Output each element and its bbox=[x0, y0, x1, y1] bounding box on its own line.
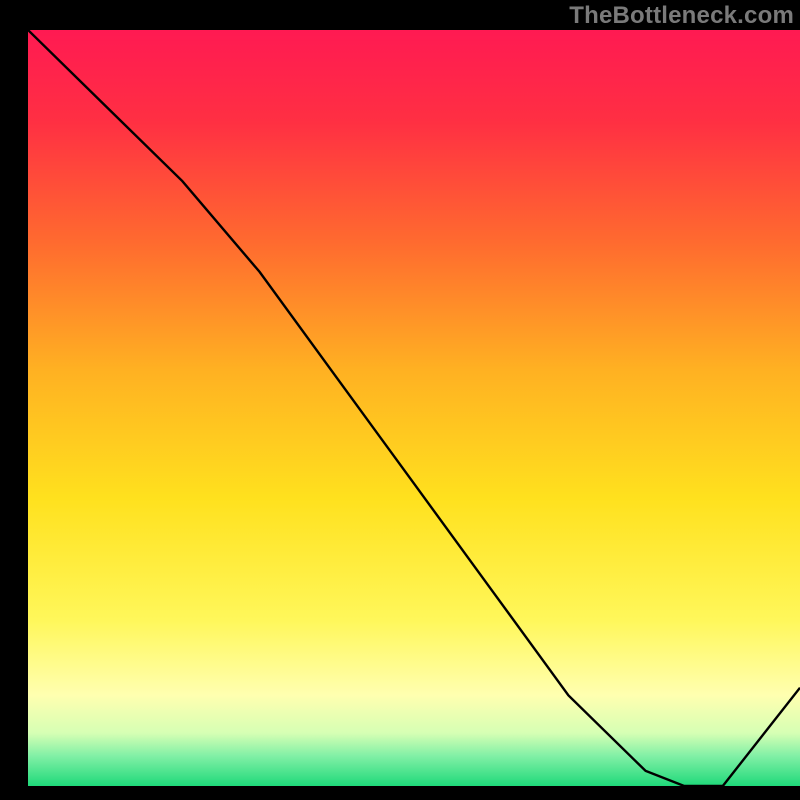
attribution-text: TheBottleneck.com bbox=[569, 2, 794, 30]
bottleneck-chart bbox=[28, 30, 800, 786]
chart-frame: TheBottleneck.com bbox=[14, 0, 800, 800]
plot-area bbox=[28, 30, 800, 786]
